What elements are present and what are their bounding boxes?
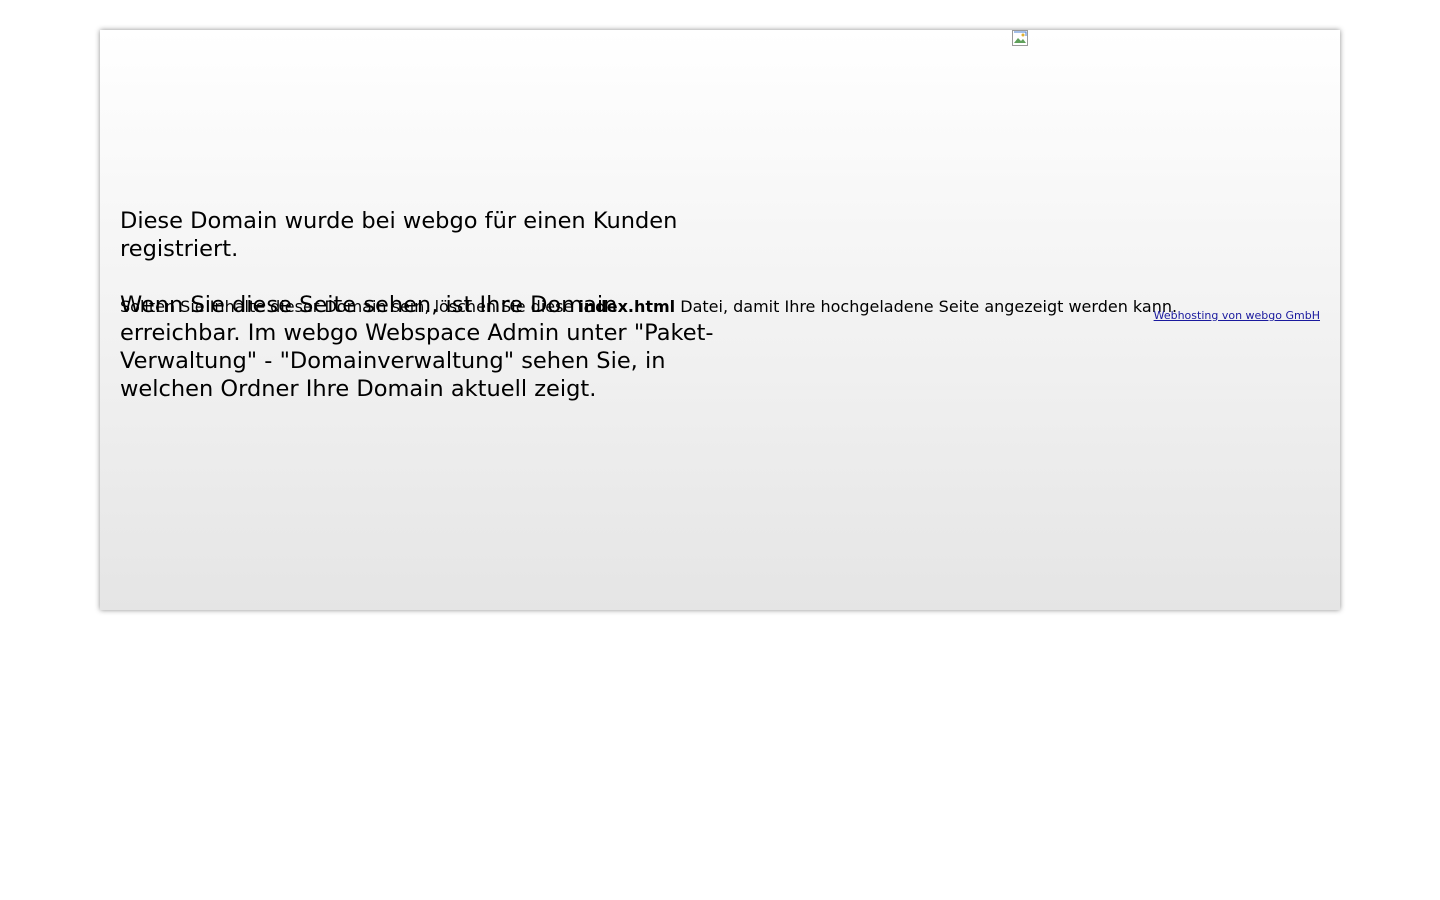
instruction-filename: index.html (578, 297, 676, 316)
instruction-text-after: Datei, damit Ihre hochgeladene Seite ang… (675, 297, 1178, 316)
notice-registered: Diese Domain wurde bei webgo für einen K… (120, 208, 678, 262)
notice-spacer (120, 263, 730, 291)
parking-panel: Diese Domain wurde bei webgo für einen K… (100, 30, 1340, 610)
webgo-hosting-link[interactable]: Webhosting von webgo GmbH (1154, 309, 1320, 323)
instruction-text-before: Sollten Sie Inhalte dieser Domain sein, … (120, 297, 579, 316)
broken-image-icon (1012, 30, 1028, 46)
delete-index-instruction: Sollten Sie Inhalte dieser Domain sein, … (120, 297, 1220, 317)
